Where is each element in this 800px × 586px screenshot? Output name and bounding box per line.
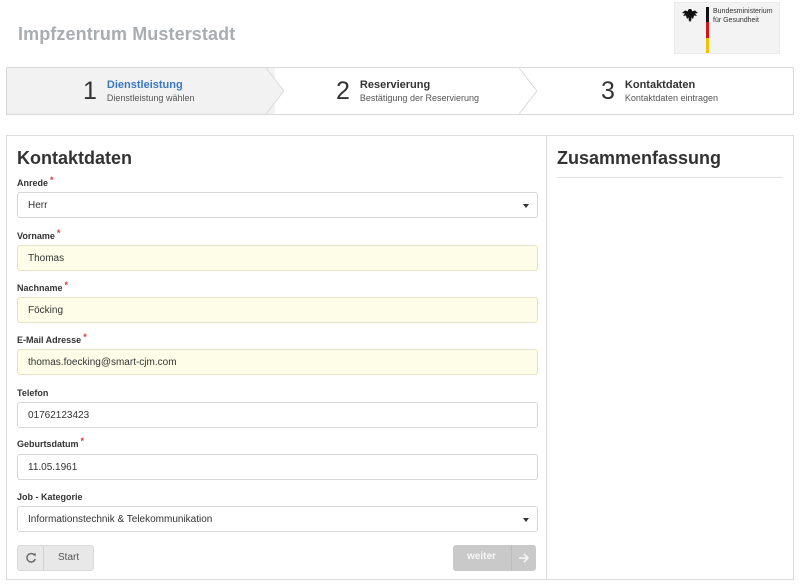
geburtsdatum-label: Geburtsdatum * [17, 436, 85, 449]
contact-form-card: Kontaktdaten Anrede * Herr Vorname * Thoma… [6, 135, 547, 580]
step-separator-icon [519, 68, 537, 114]
required-marker: * [64, 280, 69, 290]
job-kategorie-select[interactable]: Informationstechnik & Telekommunikation [17, 506, 538, 532]
nachname-label: Nachname * [17, 280, 69, 293]
telefon-input[interactable]: 01762123423 [17, 402, 538, 428]
step-dienstleistung[interactable]: 1 Dienstleistung Dienstleistung wählen [7, 68, 284, 114]
anrede-label: Anrede * [17, 175, 54, 188]
ministry-logo: Bundesministerium für Gesundheit [674, 2, 780, 54]
step-number: 2 [336, 76, 350, 105]
vorname-value: Thomas [28, 252, 65, 264]
weiter-button-label: weiter [467, 551, 496, 562]
step-title: Dienstleistung [106, 79, 183, 91]
job-kategorie-value: Informationstechnik & Telekommunikation [28, 513, 213, 525]
required-marker: * [56, 228, 61, 238]
step-kontaktdaten[interactable]: 3 Kontaktdaten Kontaktdaten eintragen [528, 68, 793, 114]
form-title: Kontaktdaten [17, 148, 133, 168]
weiter-button[interactable]: weiter [453, 545, 536, 571]
required-marker: * [50, 175, 54, 185]
caret-down-icon [523, 204, 529, 208]
logo-line-2: für Gesundheit [713, 17, 759, 24]
logo-line-1: Bundesministerium [713, 8, 773, 15]
step-reservierung[interactable]: 2 Reservierung Bestätigung der Reservier… [275, 68, 537, 114]
step-separator-icon [266, 68, 284, 114]
required-marker: * [83, 332, 87, 342]
start-button-label: Start [58, 552, 80, 563]
step-subtitle: Bestätigung der Reservierung [359, 93, 479, 103]
progress-steps: 1 Dienstleistung Dienstleistung wählen 2… [6, 67, 794, 115]
job-kategorie-label: Job - Kategorie [17, 492, 83, 502]
summary-title: Zusammenfassung [557, 148, 722, 168]
step-subtitle: Dienstleistung wählen [106, 93, 195, 103]
nachname-value: Föcking [28, 304, 64, 316]
email-value: thomas.foecking@smart-cjm.com [28, 356, 177, 368]
federal-eagle-icon [682, 9, 698, 22]
anrede-value: Herr [28, 199, 48, 211]
german-flag-stripe [706, 7, 709, 53]
vorname-input[interactable]: Thomas [17, 245, 538, 271]
step-number: 3 [601, 76, 615, 105]
step-title: Reservierung [359, 79, 431, 91]
step-subtitle: Kontaktdaten eintragen [624, 93, 718, 103]
app-title: Impfzentrum Musterstadt [18, 24, 236, 44]
anrede-select[interactable]: Herr [17, 192, 538, 218]
caret-down-icon [523, 518, 529, 522]
telefon-value: 01762123423 [28, 409, 90, 421]
summary-card: Zusammenfassung [547, 135, 794, 580]
email-label: E-Mail Adresse * [17, 332, 87, 345]
summary-divider [557, 177, 783, 178]
telefon-label: Telefon [17, 388, 49, 398]
vorname-label: Vorname * [17, 228, 61, 241]
nachname-input[interactable]: Föcking [17, 297, 538, 323]
email-input[interactable]: thomas.foecking@smart-cjm.com [17, 349, 538, 375]
refresh-icon [18, 546, 44, 570]
step-number: 1 [83, 76, 97, 105]
required-marker: * [80, 436, 85, 446]
geburtsdatum-value: 11.05.1961 [28, 461, 78, 473]
step-title: Kontaktdaten [624, 79, 696, 91]
start-button[interactable]: Start [17, 545, 94, 571]
geburtsdatum-input[interactable]: 11.05.1961 [17, 454, 538, 480]
arrow-right-icon [511, 545, 536, 571]
